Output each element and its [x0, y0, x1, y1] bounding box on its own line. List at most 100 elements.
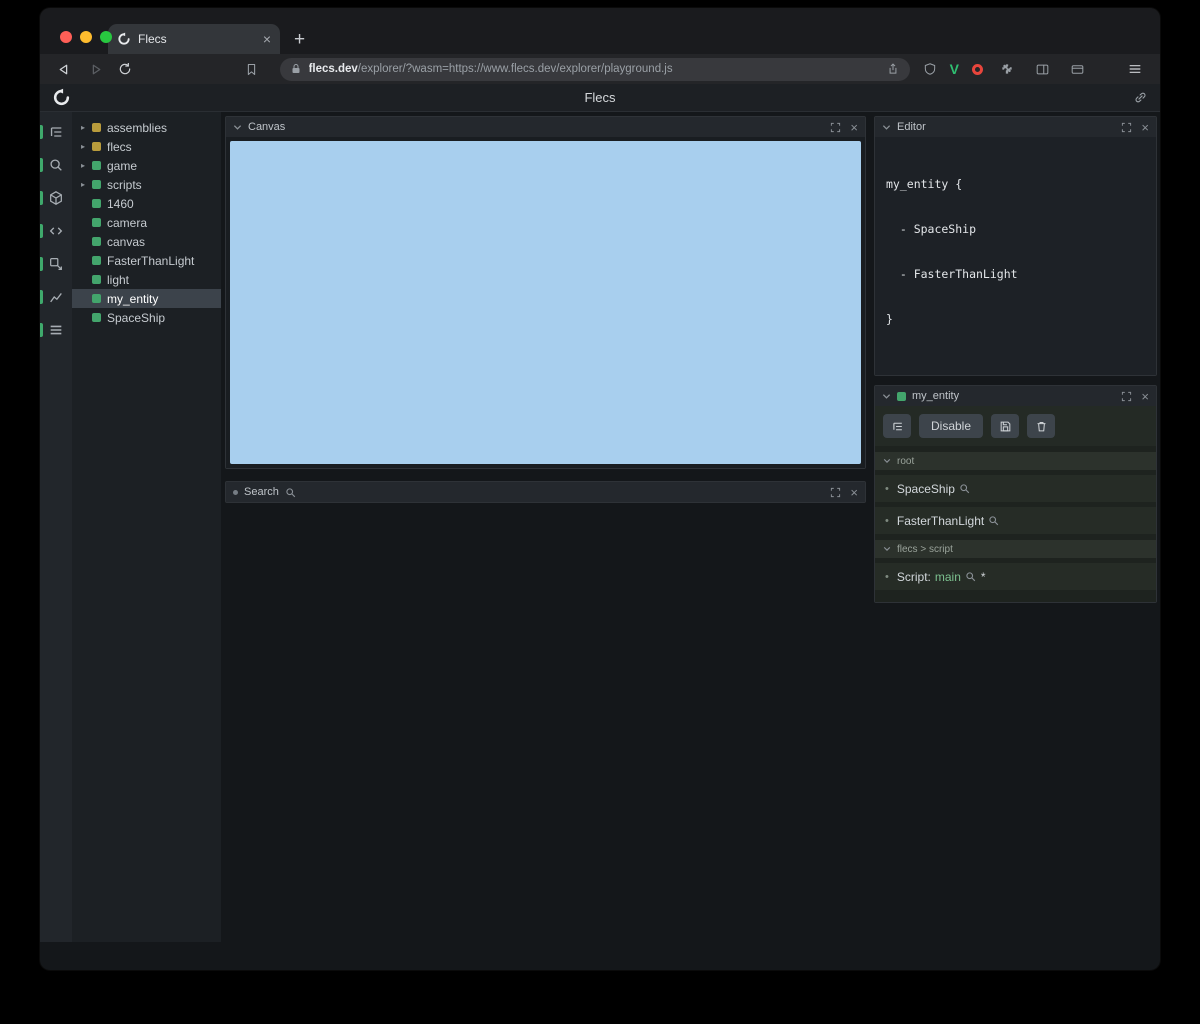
tree-item-fasterthanlight[interactable]: FasterThanLight: [72, 251, 221, 270]
share-link-icon[interactable]: [1133, 90, 1148, 105]
component-name: SpaceShip: [896, 481, 955, 496]
traffic-lights: [60, 8, 112, 54]
lock-icon: [290, 63, 302, 75]
expand-arrow-icon[interactable]: ▸: [81, 180, 92, 189]
extension-v-icon[interactable]: V: [950, 61, 959, 77]
expand-icon[interactable]: [830, 487, 841, 498]
wallet-icon[interactable]: [1066, 58, 1088, 80]
expand-icon[interactable]: [830, 122, 841, 133]
tree-item-scripts[interactable]: ▸ scripts: [72, 175, 221, 194]
bookmark-icon[interactable]: [241, 58, 262, 80]
reload-icon[interactable]: [115, 58, 136, 80]
delete-icon-button[interactable]: [1027, 414, 1056, 438]
tab-close-icon[interactable]: ×: [263, 32, 271, 46]
entity-icon: [92, 199, 101, 208]
close-icon[interactable]: ×: [850, 486, 858, 499]
entity-tree-icon[interactable]: [40, 122, 72, 142]
code-editor[interactable]: my_entity { - SpaceShip - FasterThanLigh…: [875, 137, 1156, 375]
chevron-down-icon[interactable]: [882, 123, 891, 132]
expand-arrow-icon[interactable]: ▸: [81, 161, 92, 170]
expand-icon[interactable]: [1121, 122, 1132, 133]
expand-icon[interactable]: [1121, 391, 1132, 402]
tree-item-my-entity[interactable]: my_entity: [72, 289, 221, 308]
tree-item-flecs[interactable]: ▸ flecs: [72, 137, 221, 156]
tree-item-label: game: [107, 158, 138, 173]
browser-tab[interactable]: Flecs ×: [108, 24, 280, 54]
extensions-puzzle-icon[interactable]: [996, 58, 1018, 80]
query-magnifier-icon[interactable]: [959, 483, 970, 494]
menu-icon[interactable]: [1124, 58, 1146, 80]
code-tool-icon[interactable]: [40, 221, 72, 241]
share-icon[interactable]: [886, 62, 900, 76]
back-icon[interactable]: [54, 58, 75, 80]
tool-sidebar: [40, 112, 72, 942]
section-header-root[interactable]: root: [875, 452, 1156, 470]
code-line: - FasterThanLight: [886, 267, 1018, 281]
tab-strip: Flecs × +: [40, 8, 1160, 54]
script-value: main: [934, 569, 961, 584]
render-canvas[interactable]: [230, 141, 861, 464]
tree-item-camera[interactable]: camera: [72, 213, 221, 232]
minimize-window-button[interactable]: [80, 31, 92, 43]
extension-record-icon[interactable]: [972, 63, 983, 75]
editor-panel: Editor × my_entity { - SpaceShip - Faste…: [874, 116, 1157, 376]
browser-toolbar: flecs.dev/explorer/?wasm=https://www.fle…: [40, 54, 1160, 84]
tree-item-game[interactable]: ▸ game: [72, 156, 221, 175]
entity-icon: [92, 237, 101, 246]
disable-button[interactable]: Disable: [919, 414, 984, 438]
tree-item-label: FasterThanLight: [107, 253, 195, 268]
chevron-down-icon[interactable]: [882, 392, 891, 401]
entity-icon: [92, 161, 101, 170]
shield-icon[interactable]: [919, 58, 940, 80]
charts-tool-icon[interactable]: [40, 287, 72, 307]
tree-item-canvas[interactable]: canvas: [72, 232, 221, 251]
tree-item-spaceship[interactable]: SpaceShip: [72, 308, 221, 327]
new-tab-button[interactable]: +: [294, 30, 305, 49]
zoom-window-button[interactable]: [100, 31, 112, 43]
chevron-down-icon[interactable]: [233, 123, 242, 132]
code-line: - SpaceShip: [886, 222, 977, 236]
expand-arrow-icon[interactable]: ▸: [81, 123, 92, 132]
tree-item-assemblies[interactable]: ▸ assemblies: [72, 118, 221, 137]
expand-arrow-icon[interactable]: ▸: [81, 142, 92, 151]
section-header-flecs-script[interactable]: flecs > script: [875, 540, 1156, 558]
search-tool-icon[interactable]: [40, 155, 72, 175]
module-icon: [92, 123, 101, 132]
save-icon-button[interactable]: [991, 414, 1020, 438]
component-row-spaceship: • SpaceShip: [875, 475, 1156, 502]
tree-item-label: scripts: [107, 177, 142, 192]
component-row-script-main: • Script: main *: [875, 563, 1156, 590]
tree-item-label: assemblies: [107, 120, 168, 135]
app-title: Flecs: [584, 90, 616, 105]
app-body: ▸ assemblies ▸ flecs ▸ game ▸ scripts 14…: [40, 112, 1160, 942]
tree-item-label: 1460: [107, 196, 134, 211]
hierarchy-button[interactable]: [883, 414, 911, 438]
tree-item-label: flecs: [107, 139, 132, 154]
url-host: flecs.dev: [308, 63, 358, 75]
forward-icon[interactable]: [84, 58, 105, 80]
tree-item-1460[interactable]: 1460: [72, 194, 221, 213]
center-column: Canvas × Search ×: [221, 112, 870, 942]
editor-panel-header: Editor ×: [875, 117, 1156, 137]
bullet-icon: •: [885, 482, 889, 495]
stats-tool-icon[interactable]: [40, 320, 72, 340]
inspect-tool-icon[interactable]: [40, 254, 72, 274]
close-icon[interactable]: ×: [1141, 390, 1149, 403]
query-magnifier-icon[interactable]: [988, 515, 999, 526]
side-panel-icon[interactable]: [1031, 58, 1053, 80]
close-icon[interactable]: ×: [850, 121, 858, 134]
close-icon[interactable]: ×: [1141, 121, 1149, 134]
tree-item-light[interactable]: light: [72, 270, 221, 289]
tree-item-label: my_entity: [107, 291, 159, 306]
address-bar[interactable]: flecs.dev/explorer/?wasm=https://www.fle…: [279, 57, 911, 81]
close-window-button[interactable]: [60, 31, 72, 43]
panel-title: Search: [244, 486, 279, 498]
bullet-icon: •: [885, 514, 889, 527]
tree-item-label: camera: [107, 215, 148, 230]
entities-cube-icon[interactable]: [40, 188, 72, 208]
section-label: flecs > script: [897, 543, 953, 555]
entity-icon: [92, 294, 101, 303]
right-column: Editor × my_entity { - SpaceShip - Faste…: [870, 112, 1160, 942]
tab-title: Flecs: [138, 32, 167, 46]
query-magnifier-icon[interactable]: [965, 571, 976, 582]
